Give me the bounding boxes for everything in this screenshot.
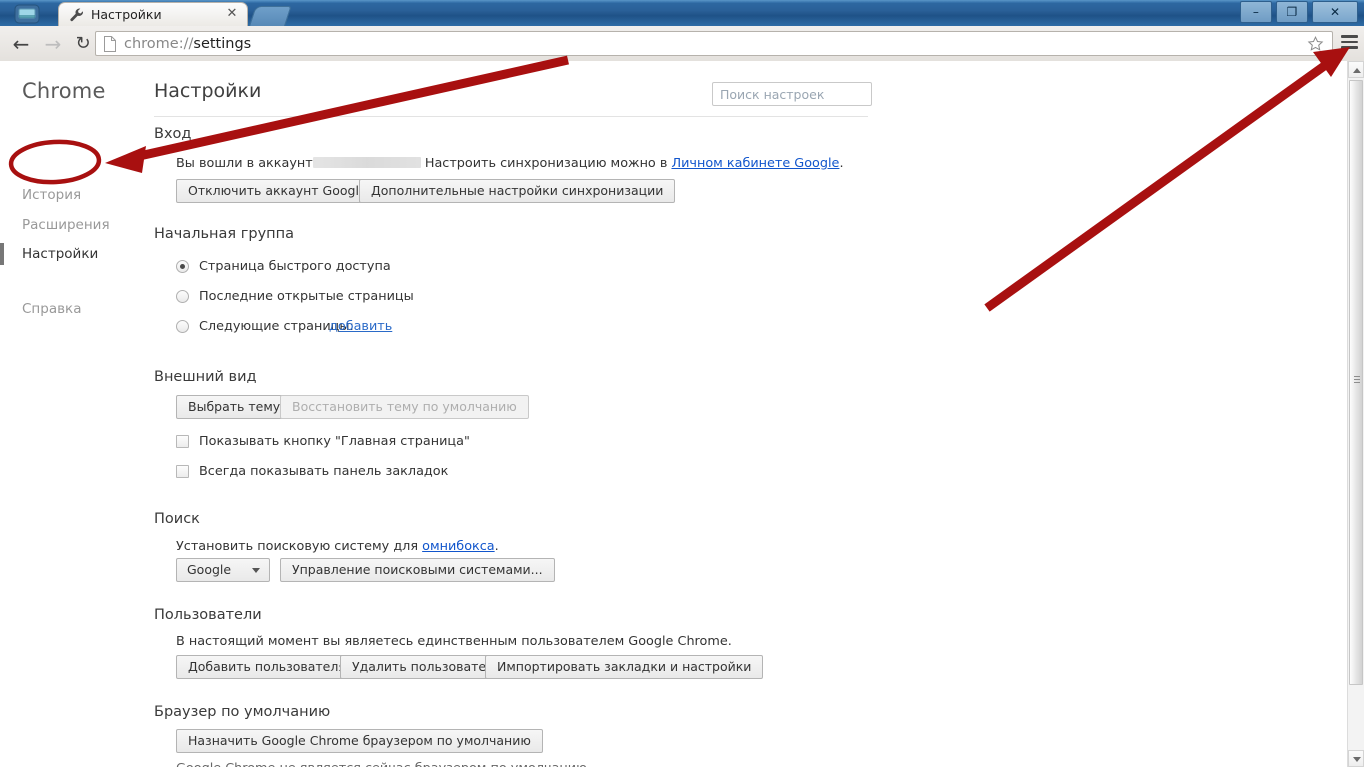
omnibox-link[interactable]: омнибокса (422, 539, 495, 554)
label-show-bookmarks-bar[interactable]: Всегда показывать панель закладок (199, 464, 448, 479)
google-dashboard-link[interactable]: Личном кабинете Google (671, 156, 839, 171)
checkbox-show-bookmarks-bar[interactable] (176, 465, 189, 478)
tab-title: Настройки (91, 7, 162, 22)
make-default-browser-button[interactable]: Назначить Google Chrome браузером по умо… (176, 729, 543, 753)
browser-tab[interactable]: Настройки ✕ (58, 2, 248, 26)
sidebar-item-help[interactable]: Справка (22, 300, 142, 318)
radio-dot (180, 264, 185, 269)
browser-toolbar: ← → ↻ chrome://settings (0, 26, 1364, 62)
radio-startup-newtab[interactable] (176, 260, 189, 273)
reset-theme-button: Восстановить тему по умолчанию (280, 395, 529, 419)
address-bar-text: chrome://settings (124, 35, 251, 54)
checkbox-show-home-button[interactable] (176, 435, 189, 448)
section-title-search: Поиск (154, 511, 200, 527)
section-title-default-browser: Браузер по умолчанию (154, 704, 331, 720)
menu-line-2 (1341, 40, 1358, 44)
reload-button[interactable]: ↻ (70, 32, 96, 56)
url-scheme: chrome:// (124, 36, 194, 52)
browser-menu-button[interactable] (1341, 35, 1358, 50)
chevron-down-icon (252, 568, 260, 573)
import-bookmarks-settings-button[interactable]: Импортировать закладки и настройки (485, 655, 764, 679)
section-title-signin: Вход (154, 126, 192, 142)
address-bar[interactable]: chrome://settings (95, 31, 1333, 56)
radio-startup-urls[interactable] (176, 320, 189, 333)
back-button[interactable]: ← (8, 32, 34, 56)
window-controls: – ❐ ✕ (1239, 1, 1358, 23)
grip-line-3 (1354, 382, 1360, 383)
minimize-icon: – (1252, 5, 1259, 19)
close-icon: ✕ (1329, 5, 1341, 19)
settings-content: Настройки Вход Вы вошли в аккаунт Настро… (152, 61, 1348, 767)
sidebar-item-settings[interactable]: Настройки (22, 245, 142, 263)
scrollbar-grip-icon (1354, 376, 1360, 383)
title-divider (154, 116, 868, 117)
signin-period: . (839, 156, 844, 171)
advanced-sync-settings-button[interactable]: Дополнительные настройки синхронизации (359, 179, 676, 203)
search-engine-period: . (494, 539, 499, 554)
label-show-home-button[interactable]: Показывать кнопку "Главная страница" (199, 434, 470, 449)
forward-button[interactable]: → (40, 32, 66, 56)
default-browser-status: Google Chrome не является сейчас браузер… (176, 761, 591, 767)
search-settings-input[interactable] (712, 82, 872, 106)
scrollbar-thumb[interactable] (1349, 80, 1363, 685)
grip-line-1 (1354, 376, 1360, 377)
settings-sidebar: Chrome История Расширения Настройки Спра… (0, 61, 152, 767)
users-description: В настоящий момент вы являетесь единстве… (176, 634, 732, 649)
search-engine-select[interactable]: Google (176, 558, 270, 582)
choose-theme-button[interactable]: Выбрать тему (176, 395, 293, 419)
grip-line-2 (1354, 379, 1360, 380)
scroll-down-arrow-icon[interactable] (1348, 750, 1364, 767)
search-engine-description: Установить поисковую систему для омнибок… (176, 539, 499, 554)
new-tab-button[interactable] (248, 6, 292, 28)
close-button[interactable]: ✕ (1312, 1, 1358, 23)
tab-close-icon[interactable]: ✕ (225, 7, 239, 21)
chrome-logo-icon (12, 3, 42, 25)
window-title-bar: Настройки ✕ – ❐ ✕ (0, 0, 1364, 28)
page-scrollbar[interactable] (1347, 61, 1364, 767)
settings-page: Chrome История Расширения Настройки Спра… (0, 61, 1348, 767)
scroll-down-glyph (1353, 757, 1361, 762)
account-email-redacted (312, 157, 421, 168)
signin-status-line: Вы вошли в аккаунт Настроить синхронизац… (176, 156, 844, 171)
radio-startup-continue[interactable] (176, 290, 189, 303)
section-title-startup: Начальная группа (154, 226, 295, 242)
minimize-button[interactable]: – (1239, 1, 1272, 23)
page-title: Настройки (154, 80, 262, 102)
scroll-up-glyph (1353, 68, 1361, 73)
startup-add-pages-link[interactable]: добавить (329, 319, 392, 334)
bookmark-star-icon[interactable] (1307, 36, 1324, 53)
section-title-appearance: Внешний вид (154, 369, 257, 385)
section-title-users: Пользователи (154, 607, 262, 623)
menu-line-1 (1341, 35, 1358, 38)
page-document-icon (103, 36, 117, 52)
manage-search-engines-button[interactable]: Управление поисковыми системами... (280, 558, 555, 582)
signin-text-before: Вы вошли в аккаунт (176, 156, 313, 171)
sidebar-item-history[interactable]: История (22, 186, 142, 204)
sidebar-item-extensions[interactable]: Расширения (22, 216, 142, 234)
url-path: settings (193, 36, 252, 52)
label-startup-continue[interactable]: Последние открытые страницы (199, 289, 414, 304)
sidebar-active-indicator (0, 243, 4, 265)
search-engine-text-before: Установить поисковую систему для (176, 539, 419, 554)
label-startup-newtab[interactable]: Страница быстрого доступа (199, 259, 391, 274)
wrench-icon (69, 7, 85, 23)
search-engine-selected-value: Google (187, 562, 232, 577)
restore-icon: ❐ (1286, 5, 1298, 19)
scroll-up-arrow-icon[interactable] (1348, 61, 1364, 78)
restore-button[interactable]: ❐ (1275, 1, 1308, 23)
signin-text-after: Настроить синхронизацию можно в (424, 156, 668, 171)
sidebar-brand: Chrome (22, 79, 106, 103)
menu-line-3 (1341, 46, 1358, 49)
